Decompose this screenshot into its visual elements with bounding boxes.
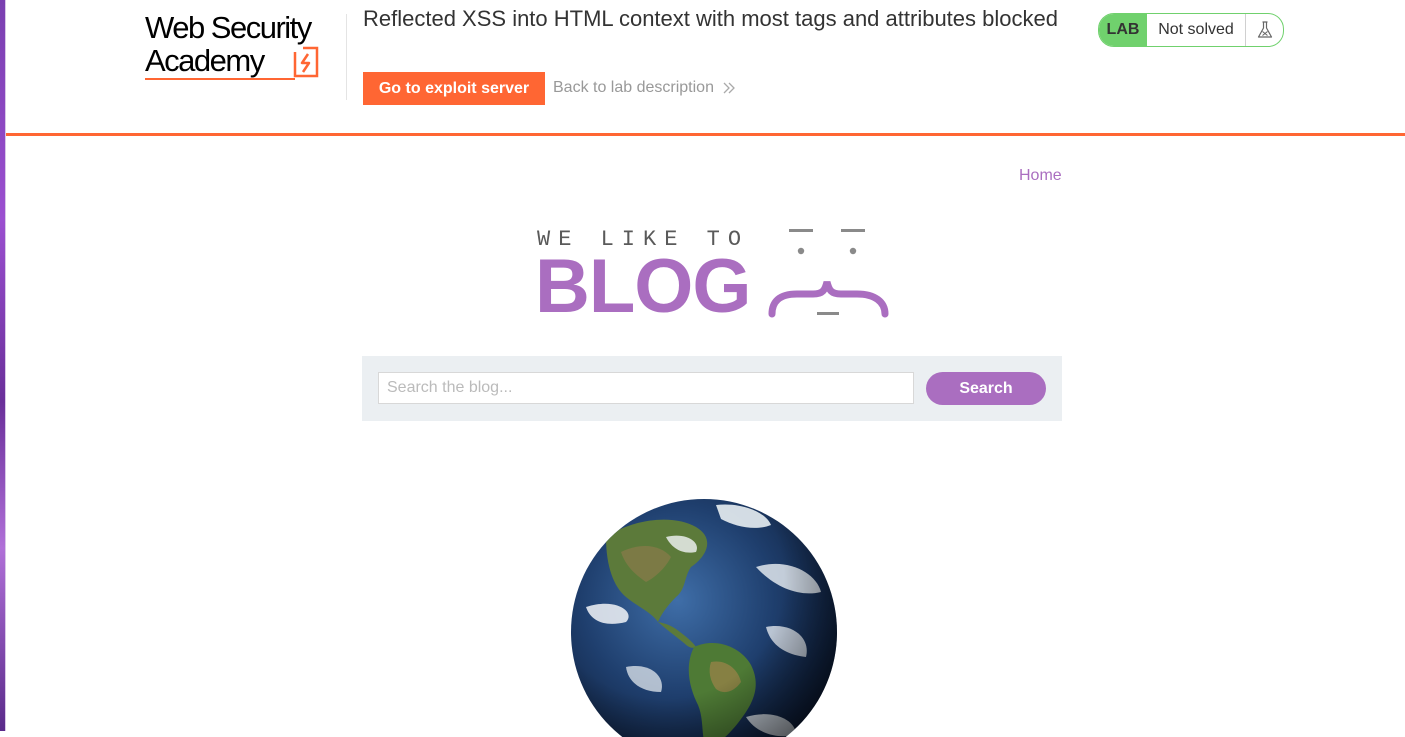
header-divider <box>346 14 347 100</box>
blog-banner: WE LIKE TO BLOG <box>535 224 895 329</box>
lab-status-widget: LAB Not solved <box>1098 13 1284 47</box>
flask-icon-container <box>1245 14 1283 46</box>
logo-text-line1: Web Security <box>145 10 312 45</box>
nav-home-link[interactable]: Home <box>1019 167 1062 185</box>
banner-title: BLOG <box>535 244 752 329</box>
lab-status-text: Not solved <box>1158 21 1234 38</box>
search-input[interactable] <box>378 372 914 404</box>
flask-icon <box>1257 21 1272 38</box>
web-security-academy-logo[interactable]: Web Security Academy <box>145 12 345 84</box>
lab-badge: LAB <box>1099 14 1147 46</box>
logo-underline <box>145 78 295 80</box>
logo-mark-icon <box>293 46 319 78</box>
lab-title: Reflected XSS into HTML context with mos… <box>363 6 1058 31</box>
globe-earth-image[interactable] <box>566 497 842 737</box>
logo-text-line2: Academy <box>145 43 265 78</box>
search-button[interactable]: Search <box>926 372 1046 405</box>
go-to-exploit-server-button[interactable]: Go to exploit server <box>363 72 545 105</box>
emoticon-face-icon <box>768 229 889 318</box>
search-panel: Search <box>362 356 1062 421</box>
back-to-lab-description-link[interactable]: Back to lab description <box>553 79 736 97</box>
chevron-double-right-icon <box>723 82 735 94</box>
academy-header: Web Security Academy Reflected XSS into … <box>6 0 1405 136</box>
back-link-label: Back to lab description <box>553 79 714 96</box>
